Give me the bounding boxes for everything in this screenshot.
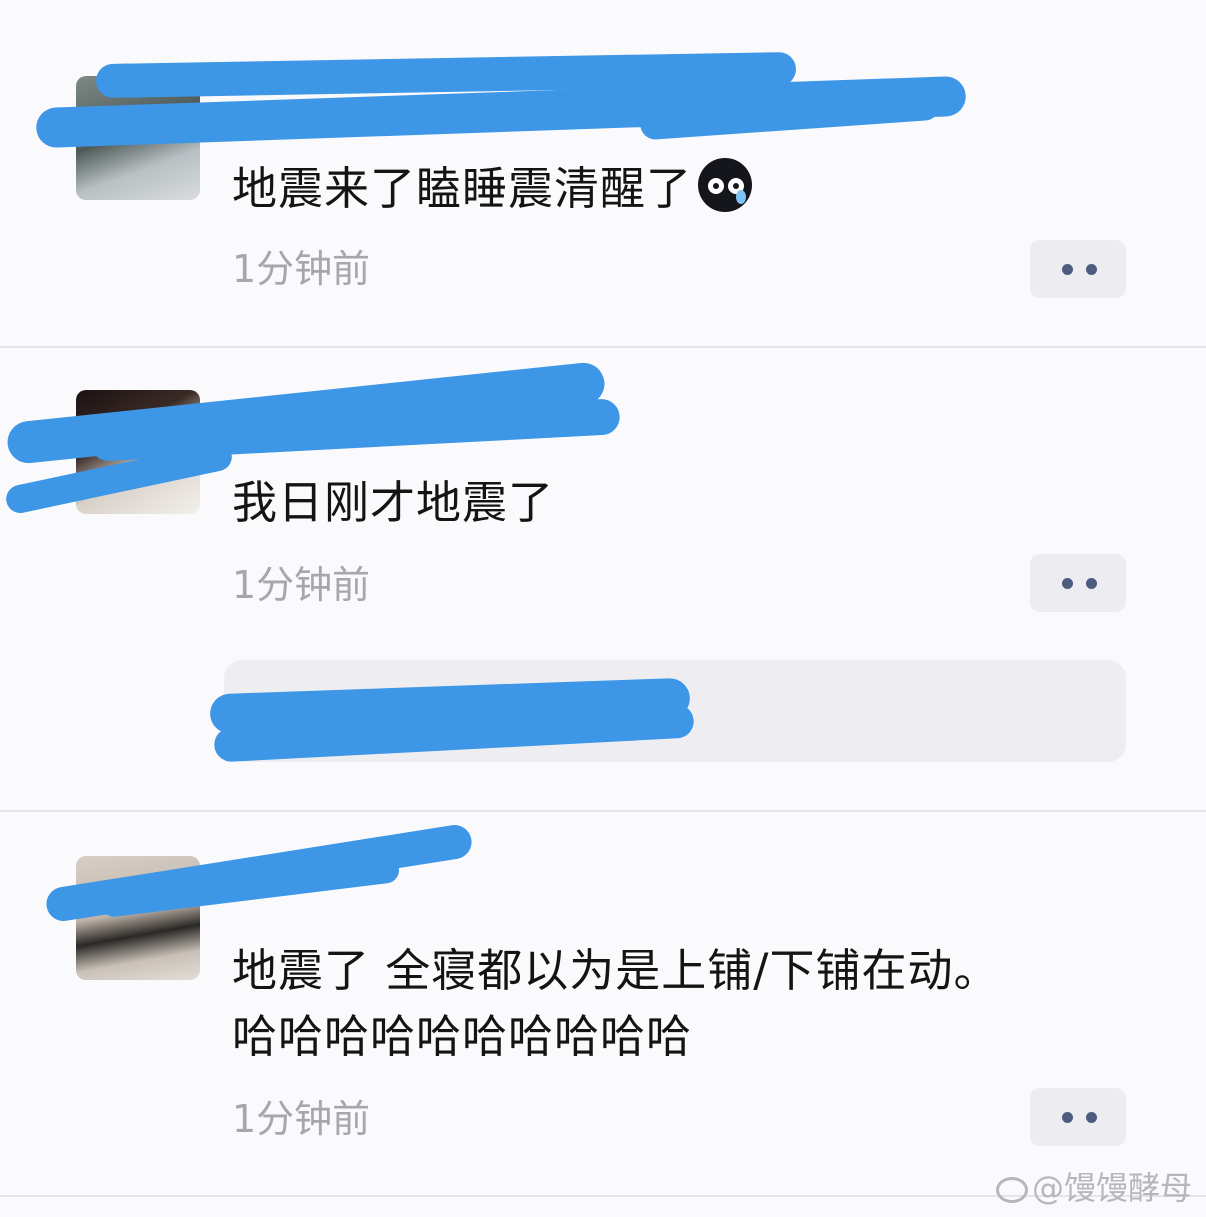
more-dots-icon [1062, 578, 1073, 589]
more-options-button[interactable] [1030, 240, 1126, 298]
timestamp: 1分钟前 [232, 247, 371, 291]
more-dots-icon [1086, 1112, 1097, 1123]
comment-item-1: 地震来了瞌睡震清醒了 1分钟前 [0, 0, 1206, 348]
comment-text-content: 地震来了瞌睡震清醒了 [232, 162, 693, 215]
comment-text: 地震来了瞌睡震清醒了 [232, 156, 753, 222]
more-dots-icon [1086, 264, 1097, 275]
weibo-logo-icon [996, 1177, 1028, 1203]
more-dots-icon [1062, 1112, 1073, 1123]
more-dots-icon [1086, 578, 1097, 589]
more-options-button[interactable] [1030, 554, 1126, 612]
comment-text-line-2: 哈哈哈哈哈哈哈哈哈哈 [232, 1010, 693, 1063]
more-dots-icon [1062, 264, 1073, 275]
timestamp: 1分钟前 [232, 563, 371, 607]
comment-text-line-1: 地震了 全寝都以为是上铺/下铺在动。 [232, 944, 1000, 997]
timestamp: 1分钟前 [232, 1097, 371, 1141]
more-options-button[interactable] [1030, 1088, 1126, 1146]
watermark-text: @馒馒酵母 [1032, 1169, 1193, 1207]
crying-face-emoji-icon [698, 158, 753, 212]
comment-text: 我日刚才地震了 [232, 476, 555, 529]
watermark: @馒馒酵母 [996, 1168, 1192, 1208]
